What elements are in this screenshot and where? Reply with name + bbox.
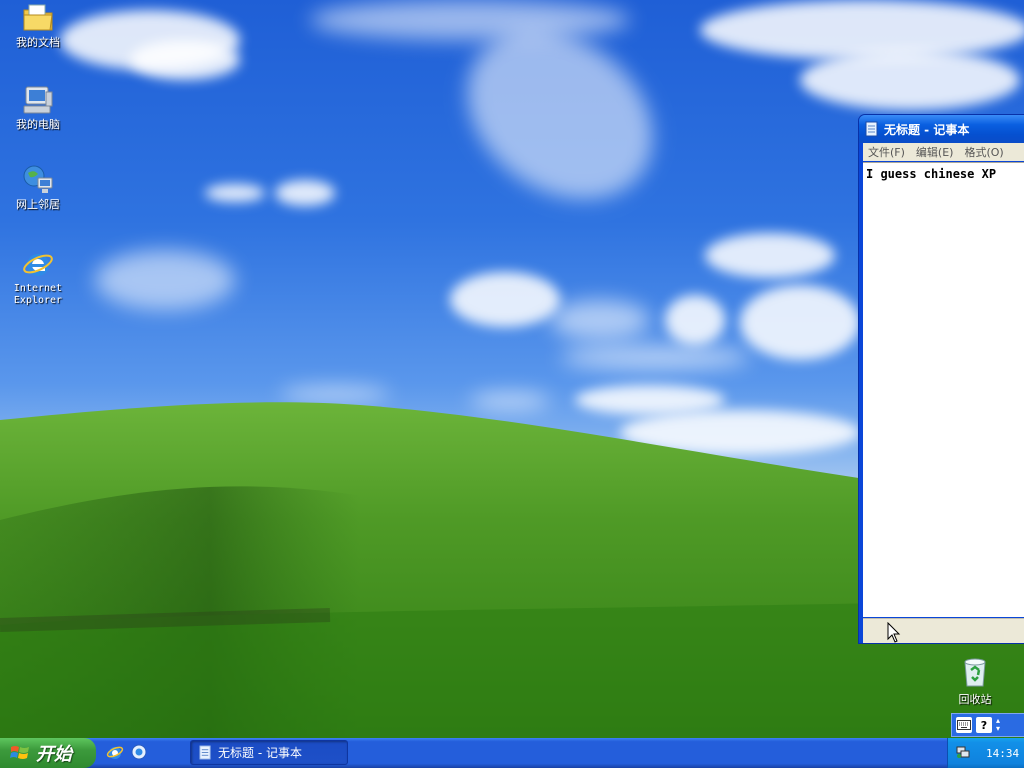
notepad-content: I guess chinese XP	[866, 167, 997, 181]
mouse-cursor-icon	[887, 622, 901, 643]
menu-edit[interactable]: 编辑(E)	[911, 144, 960, 160]
show-desktop-icon	[131, 744, 147, 760]
desktop-icon-label: 我的文档	[16, 36, 60, 49]
quick-launch-show-desktop[interactable]	[130, 743, 150, 763]
system-tray: 14:34	[947, 738, 1024, 768]
menu-format[interactable]: 格式(O)	[959, 144, 1009, 160]
clock[interactable]: 14:34	[986, 747, 1019, 760]
windows-logo-icon	[10, 744, 30, 762]
my-computer-icon	[22, 84, 54, 116]
taskbar-button-label: 无标题 - 记事本	[218, 746, 302, 760]
notepad-window[interactable]: 无标题 - 记事本 文件(F) 编辑(E) 格式(O) I guess chin…	[858, 114, 1024, 644]
network-places-icon	[22, 164, 54, 196]
network-status-icon[interactable]	[956, 745, 970, 762]
desktop-icon-label: 网上邻居	[16, 198, 60, 211]
notepad-icon	[865, 121, 879, 137]
my-documents-icon	[22, 2, 54, 34]
help-icon[interactable]: ?	[976, 717, 992, 733]
keyboard-icon[interactable]	[956, 717, 972, 733]
internet-explorer-icon	[106, 746, 124, 759]
quick-launch-internet-explorer[interactable]	[106, 743, 126, 763]
menu-file[interactable]: 文件(F)	[863, 144, 911, 160]
language-bar[interactable]: ? ▴ ▾	[951, 713, 1024, 737]
desktop-icon-my-documents[interactable]: 我的文档	[3, 2, 73, 49]
recycle-bin-label: 回收站	[958, 693, 992, 706]
start-label: 开始	[36, 744, 72, 765]
language-bar-options-icon[interactable]: ▴ ▾	[996, 717, 1000, 733]
desktop-icon-my-computer[interactable]: 我的电脑	[3, 84, 73, 131]
notepad-menu-bar: 文件(F) 编辑(E) 格式(O)	[863, 143, 1024, 161]
recycle-bin-icon	[959, 656, 991, 688]
desktop-icon-label: 我的电脑	[16, 118, 60, 131]
desktop-icon-network-places[interactable]: 网上邻居	[3, 164, 73, 211]
desktop-icon-label: Internet Explorer	[13, 283, 63, 306]
internet-explorer-icon	[22, 248, 54, 280]
notepad-icon	[199, 745, 212, 760]
taskbar-notepad-button[interactable]: 无标题 - 记事本	[190, 740, 348, 765]
desktop-icon-internet-explorer[interactable]: Internet Explorer	[3, 248, 73, 307]
desktop-icon-recycle-bin[interactable]: 回收站	[946, 656, 1004, 707]
start-button[interactable]: 开始	[0, 738, 96, 768]
notepad-title-bar[interactable]: 无标题 - 记事本	[859, 115, 1024, 143]
taskbar: 开始 无标题 - 记事本 14:34	[0, 738, 1024, 768]
notepad-title: 无标题 - 记事本	[884, 122, 970, 137]
notepad-text-area[interactable]: I guess chinese XP	[863, 162, 1024, 617]
